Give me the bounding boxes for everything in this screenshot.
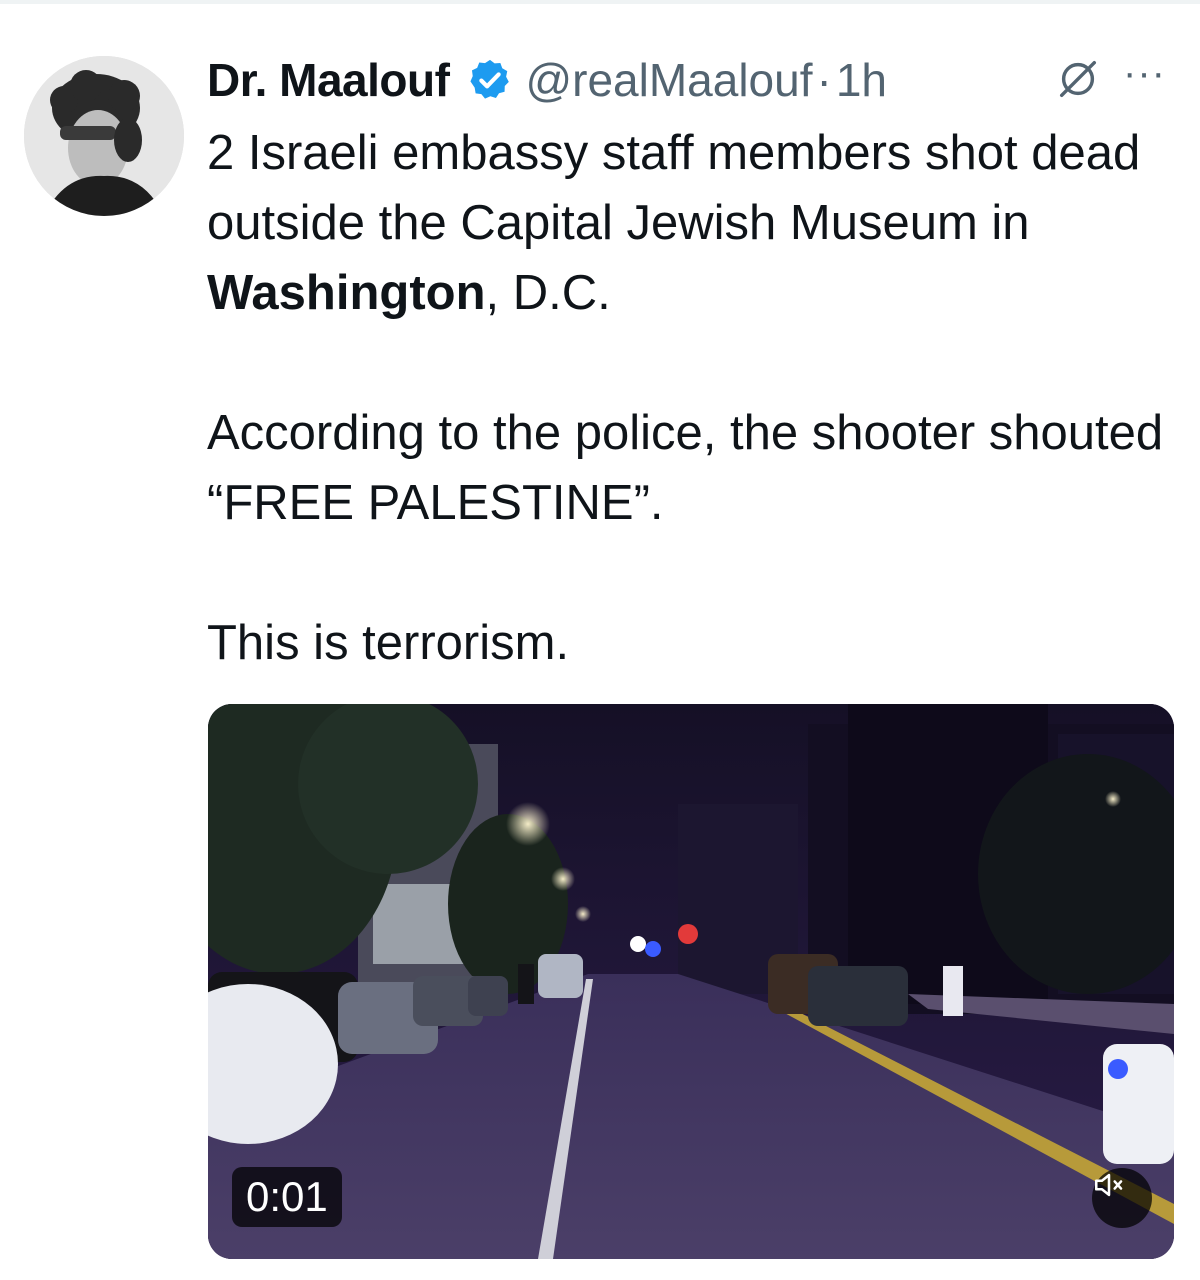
video-duration: 0:01 [232,1167,342,1227]
paragraph-1-text: 2 Israeli embassy staff members shot dea… [207,126,1141,250]
paragraph-1-end: , D.C. [485,266,611,320]
tweet-paragraph-1: 2 Israeli embassy staff members shot dea… [207,118,1167,328]
grok-icon[interactable] [1055,56,1101,102]
verified-badge-icon [467,57,513,103]
top-divider [0,0,1200,4]
author-handle[interactable]: @realMaalouf [525,53,812,107]
timestamp[interactable]: 1h [836,53,887,107]
avatar-image [24,56,184,216]
video-thumbnail [208,704,1174,1259]
bold-keyword: Washington [207,266,486,320]
avatar[interactable] [24,56,184,216]
tweet-paragraph-3: This is terrorism. [207,616,570,670]
author-name[interactable]: Dr. Maalouf [207,53,450,107]
tweet-header: Dr. Maalouf @realMaalouf · 1h ··· [207,50,1177,110]
more-icon[interactable]: ··· [1123,50,1166,96]
speaker-muted-icon[interactable] [1092,1168,1152,1228]
tweet-paragraph-2: According to the police, the shooter sho… [207,406,1164,530]
separator-dot: · [816,54,832,106]
tweet-text: 2 Israeli embassy staff members shot dea… [207,118,1167,678]
video-player[interactable]: 0:01 [208,704,1174,1259]
